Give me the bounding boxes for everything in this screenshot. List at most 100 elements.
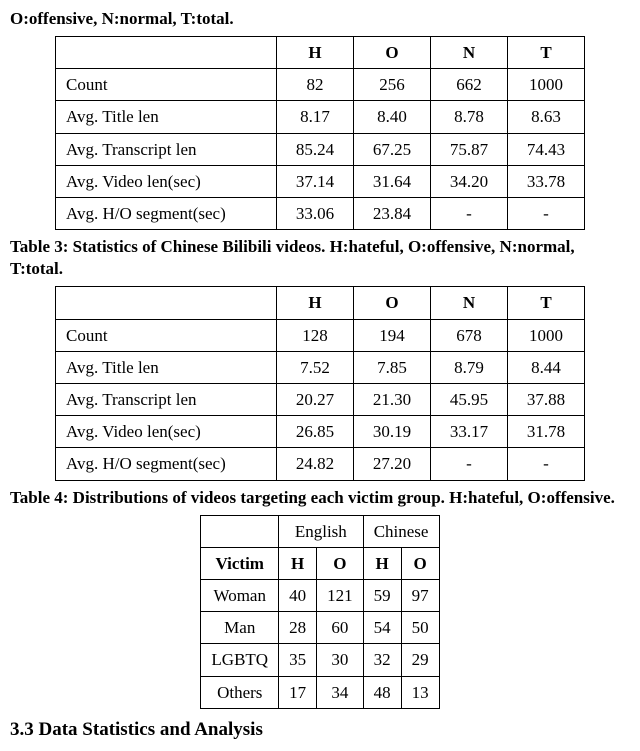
- row-label: Avg. Transcript len: [56, 383, 277, 415]
- cell: 60: [317, 612, 364, 644]
- row-label: Avg. Video len(sec): [56, 416, 277, 448]
- cell: -: [431, 198, 508, 230]
- header-t: T: [508, 37, 585, 69]
- table-row: Victim H O H O: [201, 547, 439, 579]
- cell: 8.44: [508, 351, 585, 383]
- table-row: Woman 40 121 59 97: [201, 580, 439, 612]
- row-label: Avg. Title len: [56, 351, 277, 383]
- cell: 17: [279, 676, 317, 708]
- cell: 30.19: [354, 416, 431, 448]
- row-label: Woman: [201, 580, 279, 612]
- header-o: O: [354, 37, 431, 69]
- cell: 7.52: [277, 351, 354, 383]
- cell: 23.84: [354, 198, 431, 230]
- cell: 13: [401, 676, 439, 708]
- cell: 662: [431, 69, 508, 101]
- cell: 74.43: [508, 133, 585, 165]
- cell: 85.24: [277, 133, 354, 165]
- row-label: Avg. Title len: [56, 101, 277, 133]
- cell: 1000: [508, 319, 585, 351]
- header-blank: [201, 515, 279, 547]
- cell: 67.25: [354, 133, 431, 165]
- table-row: Avg. Transcript len 85.24 67.25 75.87 74…: [56, 133, 585, 165]
- row-label: Man: [201, 612, 279, 644]
- header-o: O: [317, 547, 364, 579]
- table-row: LGBTQ 35 30 32 29: [201, 644, 439, 676]
- row-label: Avg. H/O segment(sec): [56, 198, 277, 230]
- table-row: H O N T: [56, 287, 585, 319]
- cell: 37.14: [277, 165, 354, 197]
- header-h: H: [277, 287, 354, 319]
- cell: 121: [317, 580, 364, 612]
- cell: 8.40: [354, 101, 431, 133]
- cell: 194: [354, 319, 431, 351]
- table-4: English Chinese Victim H O H O Woman 40 …: [200, 515, 439, 709]
- header-n: N: [431, 287, 508, 319]
- cell: 82: [277, 69, 354, 101]
- cell: 35: [279, 644, 317, 676]
- header-blank: [56, 287, 277, 319]
- header-chinese: Chinese: [363, 515, 439, 547]
- header-o: O: [354, 287, 431, 319]
- table-row: Man 28 60 54 50: [201, 612, 439, 644]
- table-row: Count 128 194 678 1000: [56, 319, 585, 351]
- table-row: Avg. H/O segment(sec) 33.06 23.84 - -: [56, 198, 585, 230]
- cell: -: [508, 198, 585, 230]
- cell: 30: [317, 644, 364, 676]
- cell: 59: [363, 580, 401, 612]
- cell: 31.78: [508, 416, 585, 448]
- header-o: O: [401, 547, 439, 579]
- cell: 33.17: [431, 416, 508, 448]
- table-row: H O N T: [56, 37, 585, 69]
- cell: 28: [279, 612, 317, 644]
- cell: 34: [317, 676, 364, 708]
- header-t: T: [508, 287, 585, 319]
- cell: 128: [277, 319, 354, 351]
- table-row: Avg. H/O segment(sec) 24.82 27.20 - -: [56, 448, 585, 480]
- cell: 45.95: [431, 383, 508, 415]
- cell: 32: [363, 644, 401, 676]
- cell: 97: [401, 580, 439, 612]
- cell: 48: [363, 676, 401, 708]
- cell: 20.27: [277, 383, 354, 415]
- cell: -: [508, 448, 585, 480]
- cell: 50: [401, 612, 439, 644]
- table-row: Avg. Video len(sec) 37.14 31.64 34.20 33…: [56, 165, 585, 197]
- cell: 29: [401, 644, 439, 676]
- row-label: LGBTQ: [201, 644, 279, 676]
- table-row: English Chinese: [201, 515, 439, 547]
- cell: 33.06: [277, 198, 354, 230]
- table-4-caption: Table 4: Distributions of videos targeti…: [10, 487, 630, 509]
- header-english: English: [279, 515, 364, 547]
- header-n: N: [431, 37, 508, 69]
- row-label: Count: [56, 69, 277, 101]
- cell: 8.79: [431, 351, 508, 383]
- cell: -: [431, 448, 508, 480]
- table-3: H O N T Count 128 194 678 1000 Avg. Titl…: [55, 286, 585, 480]
- table-2-caption-partial: O:offensive, N:normal, T:total.: [10, 8, 630, 30]
- table-row: Avg. Transcript len 20.27 21.30 45.95 37…: [56, 383, 585, 415]
- cell: 34.20: [431, 165, 508, 197]
- cell: 37.88: [508, 383, 585, 415]
- table-row: Others 17 34 48 13: [201, 676, 439, 708]
- section-heading: 3.3 Data Statistics and Analysis: [10, 719, 630, 741]
- table-row: Avg. Title len 8.17 8.40 8.78 8.63: [56, 101, 585, 133]
- header-h: H: [363, 547, 401, 579]
- cell: 27.20: [354, 448, 431, 480]
- row-label: Count: [56, 319, 277, 351]
- cell: 24.82: [277, 448, 354, 480]
- cell: 1000: [508, 69, 585, 101]
- cell: 40: [279, 580, 317, 612]
- table-2: H O N T Count 82 256 662 1000 Avg. Title…: [55, 36, 585, 230]
- row-label: Avg. H/O segment(sec): [56, 448, 277, 480]
- header-victim: Victim: [201, 547, 279, 579]
- cell: 26.85: [277, 416, 354, 448]
- cell: 54: [363, 612, 401, 644]
- cell: 8.17: [277, 101, 354, 133]
- cell: 678: [431, 319, 508, 351]
- cell: 31.64: [354, 165, 431, 197]
- header-blank: [56, 37, 277, 69]
- table-row: Avg. Video len(sec) 26.85 30.19 33.17 31…: [56, 416, 585, 448]
- cell: 8.78: [431, 101, 508, 133]
- cell: 256: [354, 69, 431, 101]
